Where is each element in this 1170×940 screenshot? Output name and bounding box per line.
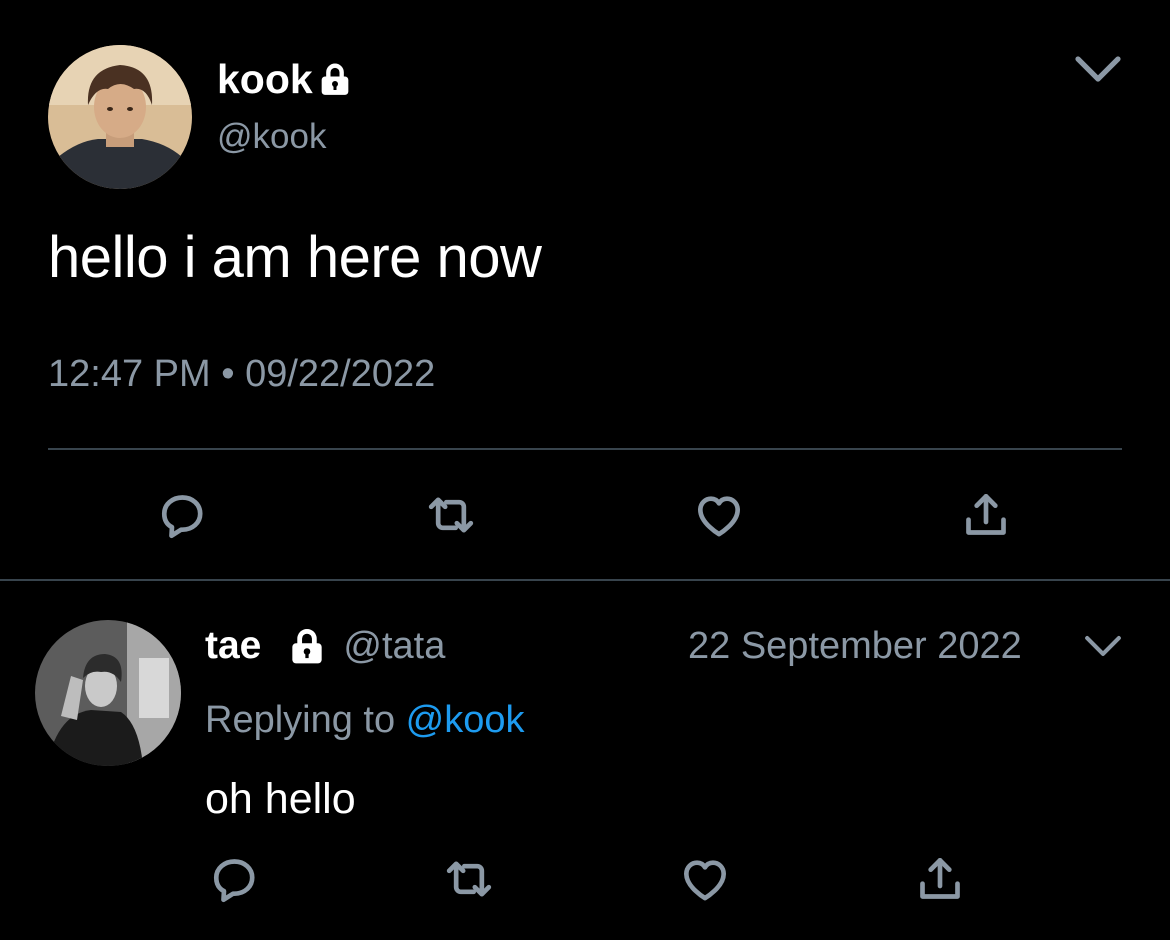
lock-icon xyxy=(315,59,355,99)
profile-photo xyxy=(48,45,192,189)
share-button[interactable] xyxy=(958,487,1014,543)
replying-to: Replying to @kook xyxy=(205,695,525,745)
lock-icon xyxy=(285,624,329,668)
retweet-button[interactable] xyxy=(441,851,497,907)
display-name-row[interactable]: kook xyxy=(217,54,355,104)
display-name[interactable]: kook xyxy=(217,54,313,104)
reply-button[interactable] xyxy=(154,487,210,543)
like-button[interactable] xyxy=(677,851,733,907)
retweet-icon xyxy=(441,851,497,907)
chevron-down-icon[interactable] xyxy=(1084,632,1122,660)
avatar[interactable] xyxy=(35,620,181,766)
reply-header: tae @tata xyxy=(205,620,445,672)
reply-icon xyxy=(154,487,210,543)
like-icon xyxy=(677,851,733,907)
divider xyxy=(0,579,1170,581)
tweet-date[interactable]: 22 September 2022 xyxy=(688,620,1022,672)
user-handle[interactable]: @tata xyxy=(343,625,445,668)
like-button[interactable] xyxy=(691,487,747,543)
tweet-text: hello i am here now xyxy=(48,225,542,290)
retweet-button[interactable] xyxy=(423,487,479,543)
tweet-timestamp[interactable]: 12:47 PM • 09/22/2022 xyxy=(48,350,435,398)
mention-link[interactable]: @kook xyxy=(406,699,525,741)
chevron-down-icon[interactable] xyxy=(1074,52,1122,86)
share-button[interactable] xyxy=(912,851,968,907)
tweet-text: oh hello xyxy=(205,775,356,823)
avatar[interactable] xyxy=(48,45,192,189)
reply-button[interactable] xyxy=(206,851,262,907)
user-handle[interactable]: @kook xyxy=(217,115,326,159)
share-icon xyxy=(958,487,1014,543)
replying-prefix: Replying to xyxy=(205,699,406,741)
reply-icon xyxy=(206,851,262,907)
retweet-icon xyxy=(423,487,479,543)
display-name[interactable]: tae xyxy=(205,624,261,668)
like-icon xyxy=(691,487,747,543)
share-icon xyxy=(912,851,968,907)
divider xyxy=(48,448,1122,450)
profile-photo xyxy=(35,620,181,766)
